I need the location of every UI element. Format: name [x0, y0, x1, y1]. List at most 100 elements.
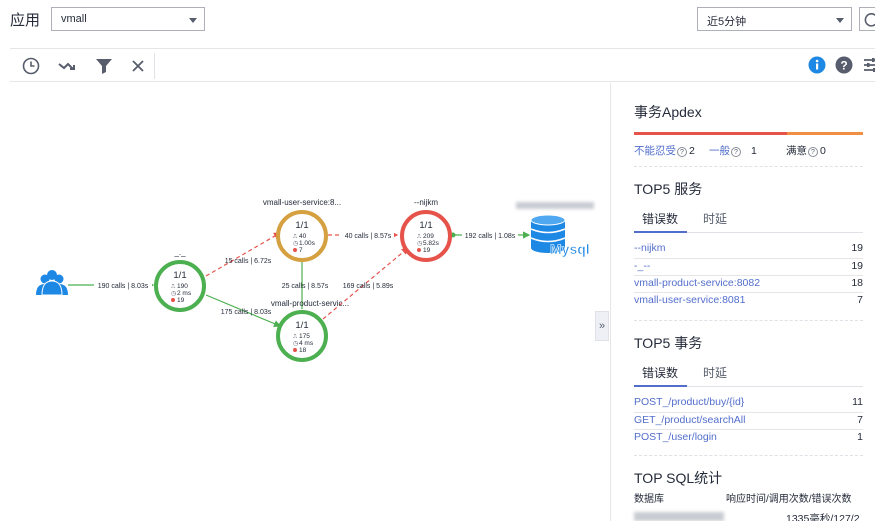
- node-ratio: 1/1: [173, 270, 186, 281]
- edge-label: 192 calls | 1.08s: [465, 233, 516, 240]
- node-errors: 7: [299, 247, 303, 254]
- node-errors: 19: [423, 247, 431, 254]
- node-calls: 40: [299, 233, 307, 240]
- service-row[interactable]: vmall-product-service:8082 18: [634, 275, 863, 293]
- divider: [634, 320, 863, 321]
- redacted-database-address: [634, 512, 724, 521]
- node-calls: 209: [423, 233, 434, 240]
- error-dot-icon: [293, 248, 297, 252]
- apdex-frustrated-segment: [634, 132, 787, 135]
- refresh-icon: [864, 13, 875, 27]
- edge-label: 190 calls | 8.03s: [98, 283, 149, 290]
- node-name: --nijkm: [414, 198, 438, 207]
- sql-col-stats: 响应时间/调用次数/错误次数: [726, 494, 852, 505]
- clock-icon[interactable]: [20, 55, 42, 77]
- redacted-address: [516, 202, 594, 209]
- edge-nijkm-mysql[interactable]: 192 calls | 1.08s: [450, 229, 531, 241]
- service-node-user-service[interactable]: vmall-user-service:8... 1/1 ⎍ 40 ◷ 1.00s…: [263, 198, 341, 262]
- clock-icon: ◷: [171, 291, 176, 297]
- top-services-title: TOP5 服务: [634, 181, 703, 197]
- topology-toolbar: ?: [10, 48, 875, 82]
- top-transactions-tabs: 错误数 时延: [634, 359, 863, 387]
- question-icon: ?: [808, 147, 818, 157]
- tab-latency[interactable]: 时延: [703, 210, 727, 227]
- edge-label: 15 calls | 6.72s: [225, 258, 272, 265]
- divider: [634, 166, 863, 167]
- edge-label: 40 calls | 8.57s: [345, 233, 392, 240]
- db-label: Mysql: [550, 241, 590, 257]
- top-transactions-title: TOP5 事务: [634, 335, 703, 351]
- time-range-value: 近5分钟: [707, 16, 747, 28]
- question-icon: ?: [677, 147, 687, 157]
- topology-canvas[interactable]: 190 calls | 8.03s 15 calls | 6.72s 175 c…: [10, 83, 597, 521]
- collapse-panel-button[interactable]: »: [595, 311, 609, 341]
- info-icon[interactable]: [807, 55, 827, 75]
- edge-label: 175 calls | 8.03s: [221, 309, 272, 316]
- app-select[interactable]: vmall: [51, 7, 205, 31]
- users-icon: [36, 270, 68, 296]
- service-node-nijkm[interactable]: --nijkm 1/1 ⎍ 209 ◷ 5.82s 19: [400, 198, 452, 262]
- sql-col-db: 数据库: [634, 494, 664, 505]
- question-icon: ?: [731, 147, 741, 157]
- transaction-row[interactable]: POST_/user/login 1: [634, 429, 863, 447]
- apdex-frustrated[interactable]: 不能忍受? 2: [634, 143, 695, 158]
- close-icon[interactable]: [127, 55, 149, 77]
- edge-product-nijkm[interactable]: 169 calls | 5.89s: [322, 247, 409, 320]
- transaction-row[interactable]: GET_/product/searchAll 7: [634, 412, 863, 430]
- node-ratio: 1/1: [295, 220, 308, 231]
- node-name: vmall-product-servic...: [271, 299, 349, 308]
- edge-user-service-nijkm[interactable]: 40 calls | 8.57s: [328, 229, 399, 241]
- apdex-tolerating-segment: [787, 132, 863, 135]
- filter-icon[interactable]: [93, 55, 115, 77]
- edge-label: 169 calls | 5.89s: [343, 283, 394, 290]
- node-rt: 5.82s: [423, 240, 440, 247]
- trend-icon[interactable]: [56, 55, 78, 77]
- top-sql-title: TOP SQL统计: [634, 470, 723, 486]
- edge-entry-product-service[interactable]: 175 calls | 8.03s: [205, 294, 282, 328]
- help-icon[interactable]: ?: [834, 55, 854, 75]
- tab-active-indicator: [634, 231, 687, 233]
- topology-graph[interactable]: 190 calls | 8.03s 15 calls | 6.72s 175 c…: [10, 83, 597, 521]
- node-rt: 2 ms: [177, 290, 192, 297]
- error-dot-icon: [293, 348, 297, 352]
- chevron-down-icon: [836, 18, 844, 23]
- transaction-row[interactable]: POST_/product/buy/{id} 11: [634, 394, 863, 412]
- service-node-entry[interactable]: _._ 1/1 ⎍ 190 ◷ 2 ms 19: [154, 248, 206, 312]
- service-row[interactable]: --nijkm 19: [634, 240, 863, 258]
- node-ratio: 1/1: [419, 220, 432, 231]
- apdex-title: 事务Apdex: [634, 104, 702, 120]
- svg-text:?: ?: [840, 59, 847, 73]
- node-errors: 18: [299, 347, 307, 354]
- tab-latency[interactable]: 时延: [703, 364, 727, 381]
- node-calls: 190: [177, 283, 188, 290]
- node-ratio: 1/1: [295, 320, 308, 331]
- users-node[interactable]: [36, 270, 68, 296]
- tab-error-count[interactable]: 错误数: [642, 364, 678, 381]
- service-row[interactable]: -_-- 19: [634, 258, 863, 276]
- apdex-tolerating[interactable]: 一般? 1: [709, 143, 757, 158]
- database-node-mysql[interactable]: Mysql: [516, 202, 594, 257]
- chevron-down-icon: [189, 18, 197, 23]
- node-calls: 175: [299, 333, 310, 340]
- apdex-satisfied: 满意? 0: [786, 145, 826, 157]
- node-rt: 1.00s: [299, 240, 316, 247]
- service-node-product-service[interactable]: vmall-product-servic... 1/1 ⎍ 175 ◷ 4 ms…: [271, 299, 349, 362]
- divider: [634, 455, 863, 456]
- edge-entry-user-service[interactable]: 15 calls | 6.72s: [205, 232, 282, 277]
- clock-icon: ◷: [293, 341, 298, 347]
- details-panel: 事务Apdex 不能忍受? 2 一般? 1 满意? 0 TOP5 服务 错误数 时延 …: [610, 83, 875, 521]
- edge-users-entry[interactable]: 190 calls | 8.03s: [68, 279, 155, 291]
- clock-icon: ◷: [293, 241, 298, 247]
- time-range-select[interactable]: 近5分钟: [697, 7, 852, 31]
- toolbar-divider: [154, 53, 155, 79]
- top-bar: 应用 vmall 近5分钟: [0, 0, 875, 44]
- settings-icon[interactable]: [861, 55, 875, 75]
- node-name: vmall-user-service:8...: [263, 198, 341, 207]
- sql-row-value: 1335毫秒/127/2: [786, 513, 860, 521]
- node-rt: 4 ms: [299, 340, 314, 347]
- node-errors: 19: [177, 297, 185, 304]
- tab-error-count[interactable]: 错误数: [642, 210, 678, 227]
- node-name: _._: [173, 248, 186, 257]
- service-row[interactable]: vmall-user-service:8081 7: [634, 292, 863, 310]
- refresh-button[interactable]: [859, 7, 875, 31]
